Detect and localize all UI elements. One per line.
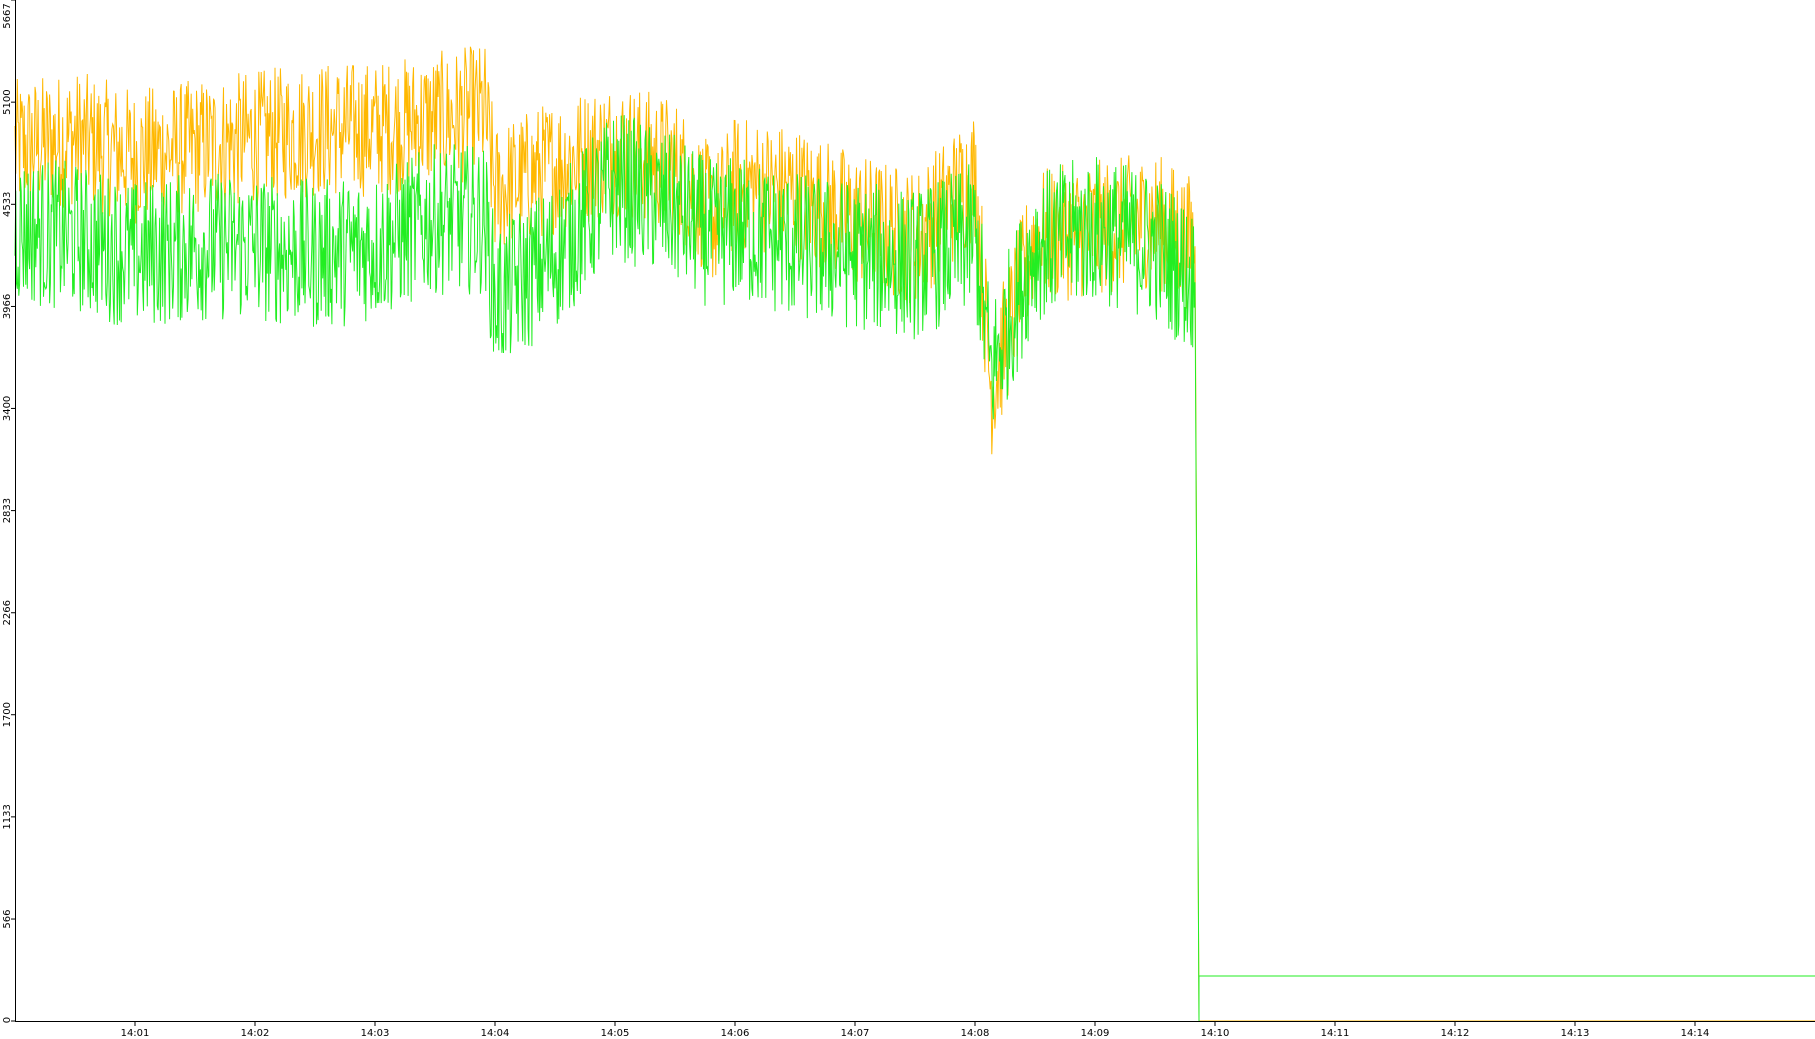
x-tick-label: 14:07 xyxy=(841,1028,870,1039)
x-tick-label: 14:09 xyxy=(1081,1028,1110,1039)
x-tick-label: 14:13 xyxy=(1561,1028,1590,1039)
x-tick-label: 14:10 xyxy=(1201,1028,1230,1039)
y-tick-label: 3966 xyxy=(2,294,13,319)
x-tick-label: 14:02 xyxy=(241,1028,270,1039)
x-tick-label: 14:11 xyxy=(1321,1028,1350,1039)
y-tick-label: 5100 xyxy=(2,89,13,114)
y-axis-ticks: 0 566 1133 1700 2266 2833 3400 3966 4533 5100 5667 xyxy=(2,0,15,1023)
x-tick-label: 14:03 xyxy=(361,1028,390,1039)
x-tick-label: 14:01 xyxy=(121,1028,150,1039)
chart: 0 566 1133 1700 2266 2833 3400 3966 4533 5100 5667… xyxy=(2,0,1815,1039)
x-tick-label: 14:04 xyxy=(481,1028,510,1039)
x-axis-ticks: 14:01 14:02 14:03 14:04 14:05 14:06 14:07 14:08… xyxy=(121,1021,1710,1039)
y-tick-label: 4533 xyxy=(2,192,13,217)
series-layer xyxy=(14,46,1815,1022)
y-tick-label: 566 xyxy=(2,909,13,928)
x-tick-label: 14:08 xyxy=(961,1028,990,1039)
x-tick-label: 14:06 xyxy=(721,1028,750,1039)
y-tick-label: 2266 xyxy=(2,600,13,625)
y-tick-label: 0 xyxy=(2,1017,13,1023)
x-tick-label: 14:05 xyxy=(601,1028,630,1039)
x-tick-label: 14:12 xyxy=(1441,1028,1470,1039)
y-tick-label: 5667 xyxy=(2,3,13,28)
y-tick-label: 1700 xyxy=(2,702,13,727)
x-tick-label: 14:14 xyxy=(1681,1028,1710,1039)
y-tick-label: 3400 xyxy=(2,396,13,421)
y-tick-label: 1133 xyxy=(2,804,13,829)
series-line-2 xyxy=(14,115,1815,1022)
series-line-1 xyxy=(14,46,1815,1022)
y-tick-label: 2833 xyxy=(2,498,13,523)
